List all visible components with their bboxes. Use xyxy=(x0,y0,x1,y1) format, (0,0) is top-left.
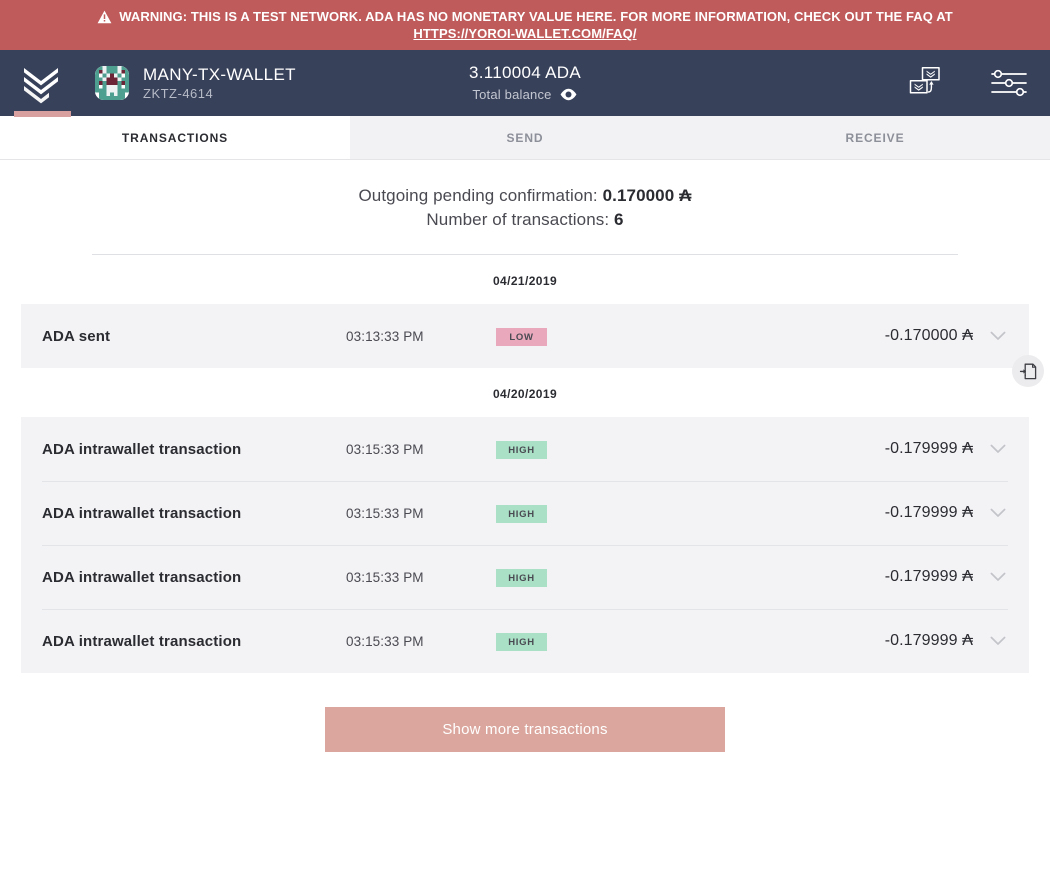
tab-receive[interactable]: RECEIVE xyxy=(700,116,1050,159)
transaction-time: 03:13:33 PM xyxy=(346,328,424,344)
warning-triangle-icon xyxy=(97,10,112,24)
transaction-date-group: 04/20/2019 ADA intrawallet transaction 03:… xyxy=(0,368,1050,673)
table-row[interactable]: ADA sent 03:13:33 PM LOW -0.170000 ₳ xyxy=(21,304,1029,368)
transaction-status-cell: HIGH xyxy=(496,504,696,523)
faq-link[interactable]: HTTPS://YOROI-WALLET.COM/FAQ/ xyxy=(413,25,636,42)
switch-wallet-icon[interactable] xyxy=(908,66,946,100)
table-row[interactable]: ADA intrawallet transaction 03:15:33 PM HI… xyxy=(21,609,1029,673)
transaction-group-date: 04/20/2019 xyxy=(0,368,1050,417)
tab-transactions[interactable]: TRANSACTIONS xyxy=(0,116,350,159)
currency-symbol: ₳ xyxy=(962,568,973,585)
warning-text: WARNING: THIS IS A TEST NETWORK. ADA HAS… xyxy=(119,9,953,24)
status-badge: HIGH xyxy=(496,568,547,587)
wallet-name: MANY-TX-WALLET xyxy=(143,64,296,84)
amount-value: -0.179999 xyxy=(884,568,958,585)
status-badge: HIGH xyxy=(496,440,547,459)
wallet-identicon-avatar xyxy=(95,66,129,100)
chevron-down-icon[interactable] xyxy=(987,325,1009,347)
transaction-count-line: Number of transactions: 6 xyxy=(0,208,1050,232)
transaction-type: ADA intrawallet transaction xyxy=(42,504,242,522)
top-navigation-bar: MANY-TX-WALLET ZKTZ-4614 3.110004 ADA To… xyxy=(0,50,1050,117)
amount-value: -0.179999 xyxy=(884,440,958,457)
transactions-summary: Outgoing pending confirmation: 0.170000 … xyxy=(0,184,1050,232)
amount-value: -0.170000 xyxy=(884,327,958,344)
balance-label: Total balance xyxy=(472,87,552,102)
transaction-status-cell: HIGH xyxy=(496,568,696,587)
currency-symbol: ₳ xyxy=(962,440,973,457)
currency-symbol: ₳ xyxy=(962,327,973,344)
transaction-list: 04/21/2019 ADA sent 03:13:33 PM LOW -0.17000… xyxy=(0,255,1050,673)
chevron-down-icon[interactable] xyxy=(987,438,1009,460)
transaction-status-cell: HIGH xyxy=(496,632,696,651)
active-nav-indicator xyxy=(14,111,71,117)
transaction-type: ADA intrawallet transaction xyxy=(42,568,242,586)
pending-label: Outgoing pending confirmation: xyxy=(358,186,598,205)
transaction-group-panel: ADA sent 03:13:33 PM LOW -0.170000 ₳ xyxy=(21,304,1029,368)
show-more-transactions-button[interactable]: Show more transactions xyxy=(325,707,725,752)
transaction-date-group: 04/21/2019 ADA sent 03:13:33 PM LOW -0.17000… xyxy=(0,255,1050,368)
test-network-warning-banner: WARNING: THIS IS A TEST NETWORK. ADA HAS… xyxy=(0,0,1050,50)
count-value: 6 xyxy=(614,210,624,229)
wallet-balance: 3.110004 ADA Total balance xyxy=(375,62,675,104)
transaction-time: 03:15:33 PM xyxy=(346,505,424,521)
transaction-status-cell: HIGH xyxy=(496,440,696,459)
wallet-selector[interactable]: MANY-TX-WALLET ZKTZ-4614 xyxy=(95,65,296,102)
table-row[interactable]: ADA intrawallet transaction 03:15:33 PM HI… xyxy=(21,481,1029,545)
balance-amount: 3.110004 ADA xyxy=(469,63,581,82)
transactions-page: Outgoing pending confirmation: 0.170000 … xyxy=(0,160,1050,888)
status-badge: LOW xyxy=(496,327,547,346)
transaction-time: 03:15:33 PM xyxy=(346,441,424,457)
transaction-type: ADA sent xyxy=(42,327,111,345)
status-badge: HIGH xyxy=(496,632,547,651)
currency-symbol: ₳ xyxy=(962,632,973,649)
table-row[interactable]: ADA intrawallet transaction 03:15:33 PM HI… xyxy=(21,545,1029,609)
currency-symbol: ₳ xyxy=(962,504,973,521)
transaction-group-panel: ADA intrawallet transaction 03:15:33 PM HI… xyxy=(21,417,1029,673)
yoroi-logo-icon[interactable] xyxy=(18,60,64,106)
chevron-down-icon[interactable] xyxy=(987,630,1009,652)
pending-amount: 0.170000 xyxy=(602,186,675,205)
chevron-down-icon[interactable] xyxy=(987,502,1009,524)
table-row[interactable]: ADA intrawallet transaction 03:15:33 PM HI… xyxy=(21,417,1029,481)
transaction-time: 03:15:33 PM xyxy=(346,569,424,585)
transaction-type: ADA intrawallet transaction xyxy=(42,440,242,458)
tab-send[interactable]: SEND xyxy=(350,116,700,159)
amount-value: -0.179999 xyxy=(884,632,958,649)
transaction-time: 03:15:33 PM xyxy=(346,633,424,649)
pending-summary-line: Outgoing pending confirmation: 0.170000 … xyxy=(0,184,1050,208)
eye-icon[interactable] xyxy=(559,88,578,101)
wallet-tabs: TRANSACTIONS SEND RECEIVE xyxy=(0,116,1050,160)
amount-value: -0.179999 xyxy=(884,504,958,521)
transaction-type: ADA intrawallet transaction xyxy=(42,632,242,650)
pending-currency-symbol: ₳ xyxy=(679,186,692,205)
status-badge: HIGH xyxy=(496,504,547,523)
chevron-down-icon[interactable] xyxy=(987,566,1009,588)
settings-sliders-icon[interactable] xyxy=(990,66,1028,100)
transaction-group-date: 04/21/2019 xyxy=(0,255,1050,304)
wallet-plate-id: ZKTZ-4614 xyxy=(143,85,214,101)
transaction-status-cell: LOW xyxy=(496,327,696,346)
count-label: Number of transactions: xyxy=(426,210,610,229)
